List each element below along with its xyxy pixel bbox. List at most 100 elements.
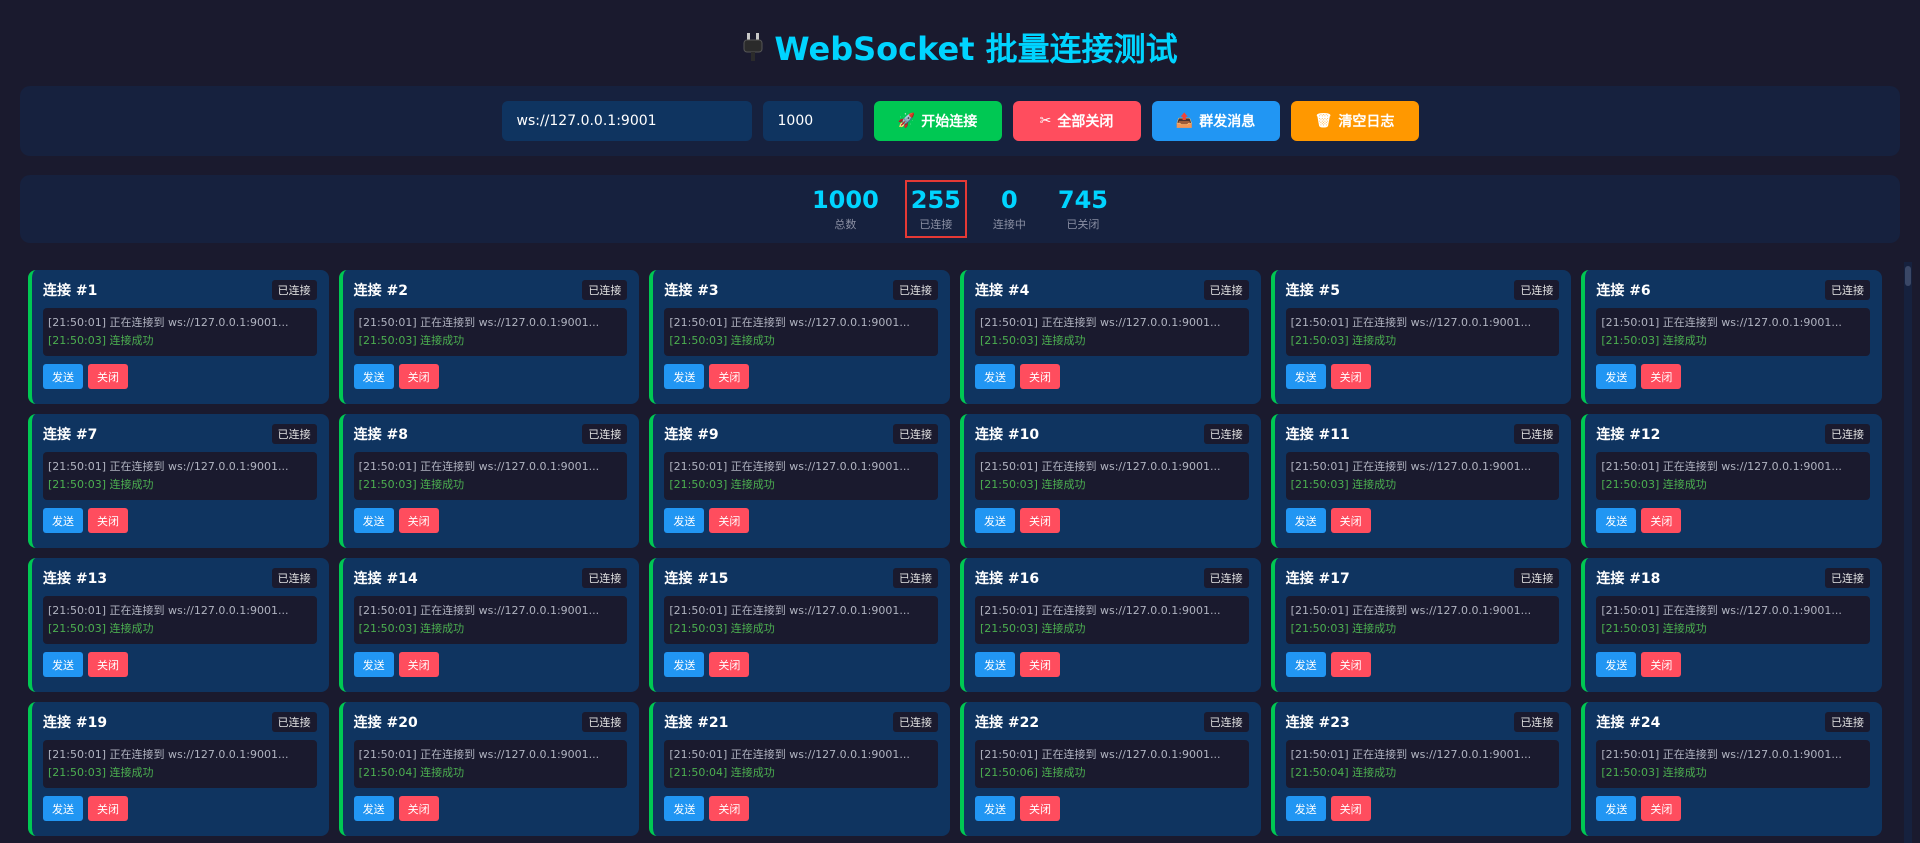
close-button[interactable]: 关闭 xyxy=(1641,364,1682,389)
broadcast-button[interactable]: 📤 群发消息 xyxy=(1151,101,1280,141)
card-actions: 发送 关闭 xyxy=(43,364,317,389)
close-button[interactable]: 关闭 xyxy=(1641,508,1682,533)
close-button[interactable]: 关闭 xyxy=(709,364,750,389)
send-button[interactable]: 发送 xyxy=(353,508,394,533)
close-button[interactable]: 关闭 xyxy=(1330,364,1371,389)
send-button[interactable]: 发送 xyxy=(664,796,705,821)
send-button[interactable]: 发送 xyxy=(664,364,705,389)
send-button[interactable]: 发送 xyxy=(1285,796,1326,821)
send-button[interactable]: 发送 xyxy=(1596,652,1637,677)
send-button[interactable]: 发送 xyxy=(1285,652,1326,677)
connection-title: 连接 #9 xyxy=(664,427,719,443)
status-badge: 已连接 xyxy=(892,712,938,732)
send-button[interactable]: 发送 xyxy=(1285,364,1326,389)
connection-card: 连接 #24 已连接 [21:50:01] 正在连接到 ws://127.0.0… xyxy=(1581,702,1882,836)
close-button[interactable]: 关闭 xyxy=(1019,652,1060,677)
stats-bar: 1000 总数 255 已连接 0 连接中 745 已关闭 xyxy=(20,175,1900,243)
url-input[interactable] xyxy=(501,101,752,141)
log-line-connecting: [21:50:01] 正在连接到 ws://127.0.0.1:9001... xyxy=(1290,604,1532,617)
connection-card: 连接 #4 已连接 [21:50:01] 正在连接到 ws://127.0.0.… xyxy=(959,270,1261,404)
card-actions: 发送 关闭 xyxy=(1596,364,1870,389)
connection-log: [21:50:01] 正在连接到 ws://127.0.0.1:9001... … xyxy=(664,740,938,788)
close-button[interactable]: 关闭 xyxy=(1330,796,1371,821)
close-button[interactable]: 关闭 xyxy=(398,508,439,533)
log-line-connecting: [21:50:01] 正在连接到 ws://127.0.0.1:9001... xyxy=(48,604,289,617)
status-badge: 已连接 xyxy=(892,424,938,444)
send-button[interactable]: 发送 xyxy=(353,652,394,677)
send-button[interactable]: 发送 xyxy=(1596,508,1637,533)
send-button[interactable]: 发送 xyxy=(353,796,394,821)
scrollbar[interactable] xyxy=(1904,262,1912,843)
close-button[interactable]: 关闭 xyxy=(1019,796,1060,821)
close-button[interactable]: 关闭 xyxy=(398,652,439,677)
connection-title: 连接 #23 xyxy=(1285,715,1350,731)
send-button[interactable]: 发送 xyxy=(974,508,1015,533)
log-line-success: [21:50:03] 连接成功 xyxy=(48,334,154,347)
card-header: 连接 #6 已连接 xyxy=(1596,280,1870,300)
close-button[interactable]: 关闭 xyxy=(709,508,750,533)
connection-log: [21:50:01] 正在连接到 ws://127.0.0.1:9001... … xyxy=(1285,452,1560,500)
send-button[interactable]: 发送 xyxy=(43,796,83,821)
clear-log-button[interactable]: 🗑 清空日志 xyxy=(1290,101,1419,141)
connection-log: [21:50:01] 正在连接到 ws://127.0.0.1:9001... … xyxy=(974,308,1249,356)
start-connect-label: 开始连接 xyxy=(921,114,978,130)
close-button[interactable]: 关闭 xyxy=(398,364,439,389)
close-button[interactable]: 关闭 xyxy=(88,364,128,389)
send-button[interactable]: 发送 xyxy=(353,364,394,389)
send-button[interactable]: 发送 xyxy=(664,508,705,533)
connection-card: 连接 #15 已连接 [21:50:01] 正在连接到 ws://127.0.0… xyxy=(649,558,950,692)
close-button[interactable]: 关闭 xyxy=(1019,364,1060,389)
close-button[interactable]: 关闭 xyxy=(1641,652,1682,677)
log-line-success: [21:50:03] 连接成功 xyxy=(669,478,775,491)
connection-card: 连接 #22 已连接 [21:50:01] 正在连接到 ws://127.0.0… xyxy=(959,702,1261,836)
close-button[interactable]: 关闭 xyxy=(1330,652,1371,677)
close-button[interactable]: 关闭 xyxy=(88,796,128,821)
log-line-connecting: [21:50:01] 正在连接到 ws://127.0.0.1:9001... xyxy=(48,316,289,329)
send-button[interactable]: 发送 xyxy=(1596,364,1637,389)
card-header: 连接 #18 已连接 xyxy=(1596,568,1870,588)
connection-title: 连接 #21 xyxy=(664,715,729,731)
send-button[interactable]: 发送 xyxy=(974,364,1015,389)
send-button[interactable]: 发送 xyxy=(1596,796,1637,821)
scrollbar-thumb[interactable] xyxy=(1905,266,1911,286)
stat-total: 1000 总数 xyxy=(806,180,885,238)
card-actions: 发送 关闭 xyxy=(1596,796,1870,821)
close-button[interactable]: 关闭 xyxy=(709,652,750,677)
connection-count-input[interactable] xyxy=(762,101,863,141)
start-connect-button[interactable]: 🚀 开始连接 xyxy=(873,101,1002,141)
send-button[interactable]: 发送 xyxy=(43,652,83,677)
close-all-button[interactable]: ✂ 全部关闭 xyxy=(1012,101,1141,141)
stat-label: 连接中 xyxy=(992,218,1026,231)
close-button[interactable]: 关闭 xyxy=(1330,508,1371,533)
log-line-success: [21:50:03] 连接成功 xyxy=(979,334,1086,347)
card-actions: 发送 关闭 xyxy=(1596,652,1870,677)
card-header: 连接 #24 已连接 xyxy=(1596,712,1870,732)
send-button[interactable]: 发送 xyxy=(974,652,1015,677)
card-header: 连接 #15 已连接 xyxy=(664,568,938,588)
connection-card: 连接 #7 已连接 [21:50:01] 正在连接到 ws://127.0.0.… xyxy=(28,414,329,548)
connection-log: [21:50:01] 正在连接到 ws://127.0.0.1:9001... … xyxy=(1596,740,1870,788)
connection-title: 连接 #7 xyxy=(43,427,98,443)
connection-card: 连接 #11 已连接 [21:50:01] 正在连接到 ws://127.0.0… xyxy=(1270,414,1572,548)
card-actions: 发送 关闭 xyxy=(974,364,1249,389)
connection-card: 连接 #18 已连接 [21:50:01] 正在连接到 ws://127.0.0… xyxy=(1581,558,1882,692)
log-line-connecting: [21:50:01] 正在连接到 ws://127.0.0.1:9001... xyxy=(358,460,600,473)
send-button[interactable]: 发送 xyxy=(43,508,83,533)
close-button[interactable]: 关闭 xyxy=(1641,796,1682,821)
close-button[interactable]: 关闭 xyxy=(709,796,750,821)
close-button[interactable]: 关闭 xyxy=(398,796,439,821)
close-button[interactable]: 关闭 xyxy=(88,652,128,677)
log-line-connecting: [21:50:01] 正在连接到 ws://127.0.0.1:9001... xyxy=(1601,604,1842,617)
connection-log: [21:50:01] 正在连接到 ws://127.0.0.1:9001... … xyxy=(43,596,317,644)
log-line-success: [21:50:06] 连接成功 xyxy=(979,766,1086,779)
send-button[interactable]: 发送 xyxy=(974,796,1015,821)
stat-label: 已连接 xyxy=(919,218,953,231)
close-button[interactable]: 关闭 xyxy=(88,508,128,533)
card-header: 连接 #5 已连接 xyxy=(1286,280,1560,300)
send-button[interactable]: 发送 xyxy=(43,364,83,389)
connection-card: 连接 #6 已连接 [21:50:01] 正在连接到 ws://127.0.0.… xyxy=(1581,270,1882,404)
close-button[interactable]: 关闭 xyxy=(1019,508,1060,533)
send-button[interactable]: 发送 xyxy=(1285,508,1326,533)
stat-value: 255 xyxy=(910,186,961,214)
send-button[interactable]: 发送 xyxy=(664,652,705,677)
